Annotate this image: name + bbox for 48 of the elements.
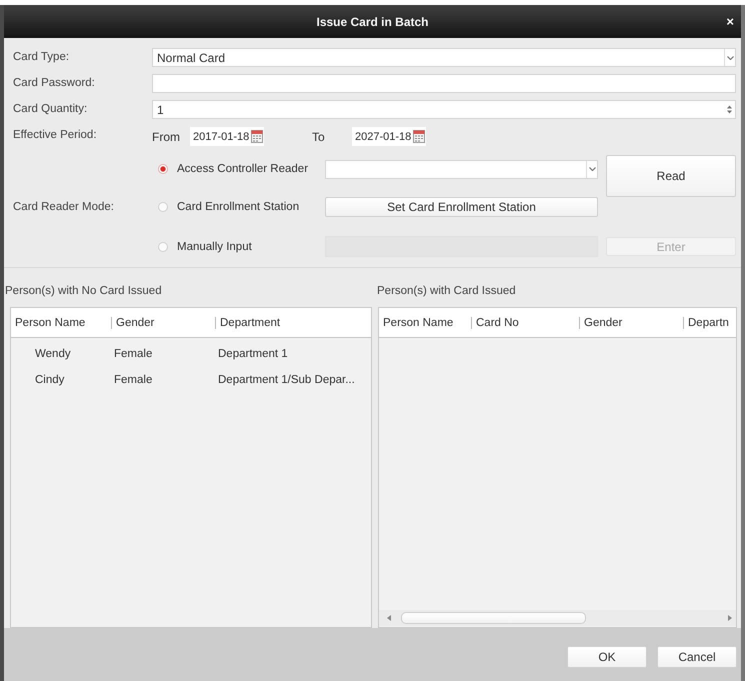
caret-icon[interactable] xyxy=(588,167,596,171)
column-header[interactable]: Departn xyxy=(683,316,736,328)
table-cell-text: Female xyxy=(113,348,154,360)
number-field[interactable]: 1 xyxy=(152,100,736,119)
cancel-button[interactable]: Cancel xyxy=(657,646,737,668)
column-header[interactable]: Gender xyxy=(579,316,683,328)
ok-button[interactable]: OK xyxy=(567,646,647,668)
calendar-icon[interactable] xyxy=(251,130,263,143)
radio-button[interactable] xyxy=(158,164,168,174)
password-field[interactable] xyxy=(152,74,736,93)
radio-button[interactable] xyxy=(158,202,168,212)
radio-label[interactable]: Access Controller Reader xyxy=(177,163,308,175)
column-header[interactable]: Card No xyxy=(471,316,579,328)
field-label: Card Reader Mode: xyxy=(12,200,115,215)
table-cell-text: Female xyxy=(113,374,154,386)
field-label: Effective Period: xyxy=(12,128,98,143)
scrollbar-thumb[interactable] xyxy=(401,612,586,624)
caret-icon[interactable] xyxy=(726,56,734,60)
column-header[interactable]: Person Name xyxy=(11,316,111,328)
field-label: Card Quantity: xyxy=(12,102,88,117)
enter-button: Enter xyxy=(606,237,736,256)
field-label: Card Type: xyxy=(12,50,70,65)
date-field[interactable]: 2027-01-18 xyxy=(352,127,426,146)
enrollment-station-button[interactable]: Set Card Enrollment Station xyxy=(325,197,598,217)
table-cell-text: Department 1 xyxy=(217,348,289,360)
window-title: Issue Card in Batch xyxy=(316,14,429,28)
column-header[interactable]: Gender xyxy=(111,316,215,328)
calendar-icon[interactable] xyxy=(413,130,425,143)
horizontal-scrollbar[interactable] xyxy=(379,610,736,626)
table-cell-text: Department 1/Sub Depar... xyxy=(217,374,356,386)
right-arrow-icon[interactable] xyxy=(728,615,732,621)
column-header[interactable]: Person Name xyxy=(379,316,471,328)
field-label: Card Password: xyxy=(12,76,96,91)
table-cell-text: Wendy xyxy=(34,348,72,360)
panel-title: Person(s) with No Card Issued xyxy=(5,284,163,299)
to-label: To xyxy=(312,130,326,144)
column-header[interactable]: Department xyxy=(215,316,371,328)
dropdown-field[interactable]: Normal Card xyxy=(152,48,736,67)
radio-label[interactable]: Card Enrollment Station xyxy=(177,201,300,213)
date-field[interactable]: 2017-01-18 xyxy=(190,127,264,146)
left-arrow-icon[interactable] xyxy=(387,615,391,621)
from-label: From xyxy=(152,130,181,144)
close-button[interactable]: × xyxy=(724,14,736,28)
spinner-icon[interactable] xyxy=(727,105,732,114)
table-cell-text: Cindy xyxy=(34,374,66,386)
panel-title: Person(s) with Card Issued xyxy=(377,284,517,299)
dropdown-field[interactable] xyxy=(325,160,598,178)
read-button[interactable]: Read xyxy=(606,155,736,197)
